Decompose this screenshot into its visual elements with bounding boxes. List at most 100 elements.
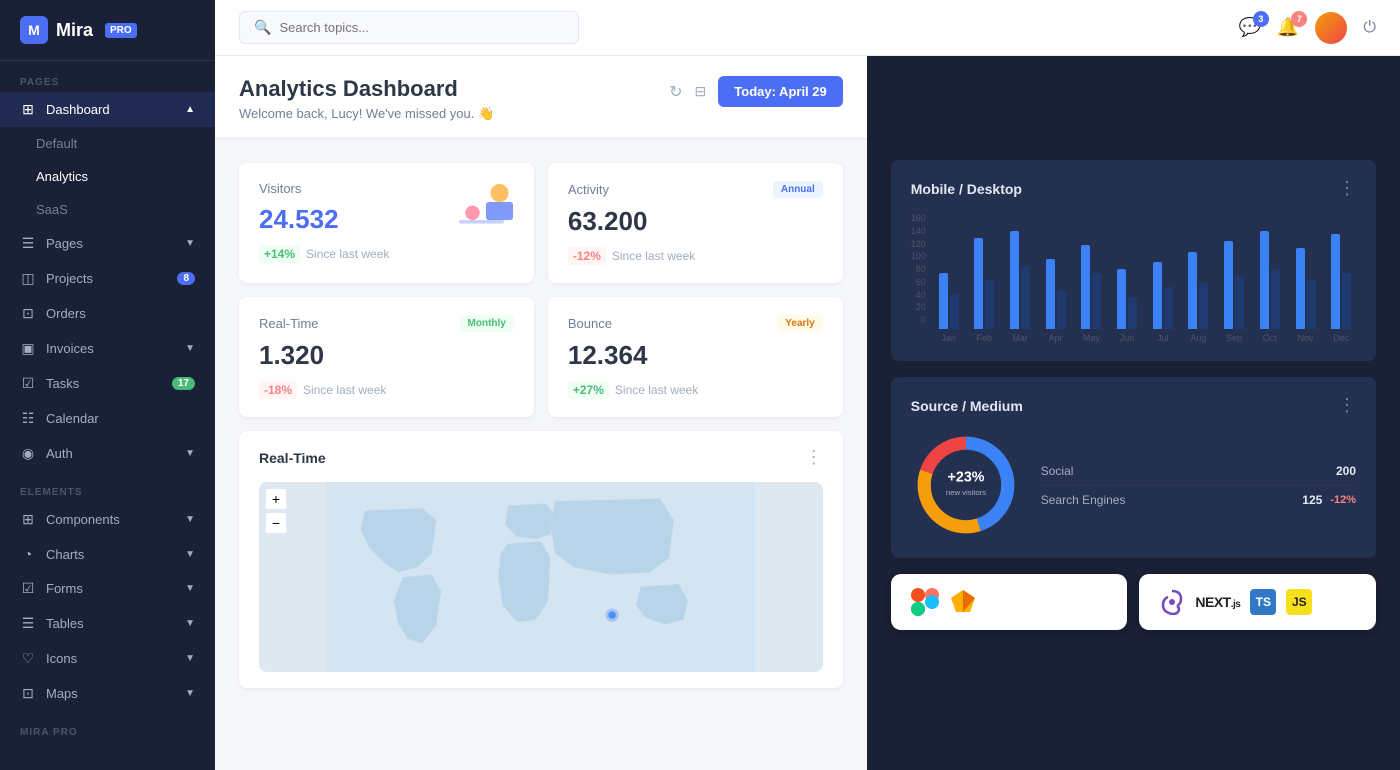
bar-label: Nov: [1297, 333, 1313, 343]
desktop-bar: [1057, 290, 1066, 329]
sidebar-item-icons[interactable]: ♡ Icons ▼: [0, 641, 215, 676]
source-item-search: Search Engines 125 -12%: [1041, 486, 1356, 514]
sidebar-item-charts[interactable]: ◔ Charts ▼: [0, 537, 215, 571]
auth-icon: ◉: [20, 445, 36, 462]
bar-label: Jul: [1157, 333, 1169, 343]
mobile-bar: [974, 238, 983, 329]
search-bar[interactable]: 🔍: [239, 11, 579, 44]
chevron-down-icon: ▼: [185, 618, 195, 629]
bar-chart-data: JanFebMarAprMayJunJulAugSepOctNovDec: [934, 213, 1356, 343]
svg-text:new visitors: new visitors: [946, 488, 986, 497]
bar-label: Jun: [1120, 333, 1135, 343]
realtime-change: -18%: [259, 381, 297, 399]
activity-value: 63.200: [568, 206, 823, 237]
mira-pro-section-label: MIRA PRO: [0, 711, 215, 742]
world-map-svg: [259, 482, 823, 672]
desktop-bar: [950, 294, 959, 329]
page-title: Analytics Dashboard: [239, 76, 494, 102]
light-content: Analytics Dashboard Welcome back, Lucy! …: [215, 56, 867, 770]
y-label: 120: [911, 239, 926, 249]
activity-change: -12%: [568, 247, 606, 265]
sidebar-item-calendar[interactable]: ☷ Calendar: [0, 401, 215, 436]
map-zoom-out-button[interactable]: −: [265, 512, 287, 534]
power-button[interactable]: ⏻: [1363, 19, 1376, 37]
desktop-bar: [1092, 273, 1101, 329]
activity-card: Activity Annual 63.200 -12% Since last w…: [548, 163, 843, 283]
visitors-card: Visitors 24.532 +14% Sinc: [239, 163, 534, 283]
desktop-bar: [985, 280, 994, 329]
sidebar-item-orders[interactable]: ⊡ Orders: [0, 296, 215, 331]
desktop-bar: [1342, 273, 1351, 329]
filter-icon[interactable]: ⊟: [695, 83, 707, 100]
desktop-bar: [1307, 280, 1316, 329]
header-actions: ↻ ⊟ Today: April 29: [669, 76, 843, 107]
y-label: 100: [911, 251, 926, 261]
bar-group: Mar: [1005, 217, 1035, 343]
y-axis: 160 140 120 100 80 60 40 20 0: [911, 213, 926, 343]
refresh-icon[interactable]: ↻: [669, 82, 682, 102]
mobile-bar: [1260, 231, 1269, 329]
realtime-card-header: Real-Time Monthly: [259, 315, 514, 332]
sidebar: M Mira PRO PAGES ⊞ Dashboard ▲ Default A…: [0, 0, 215, 770]
sidebar-item-auth[interactable]: ◉ Auth ▼: [0, 436, 215, 471]
dashboard-content: Analytics Dashboard Welcome back, Lucy! …: [215, 56, 1400, 770]
y-label: 40: [911, 290, 926, 300]
notifications-button[interactable]: 🔔 7: [1277, 17, 1299, 38]
chevron-down-icon: ▼: [185, 583, 195, 594]
sidebar-item-saas[interactable]: SaaS: [0, 193, 215, 226]
sidebar-item-dashboard[interactable]: ⊞ Dashboard ▲: [0, 92, 215, 127]
typescript-icon: TS: [1250, 589, 1276, 615]
sidebar-item-default[interactable]: Default: [0, 127, 215, 160]
bar-label: Feb: [977, 333, 993, 343]
visitors-label: Visitors: [259, 181, 301, 196]
sidebar-item-maps[interactable]: ⊡ Maps ▼: [0, 676, 215, 711]
javascript-icon: JS: [1286, 589, 1312, 615]
search-icon: 🔍: [254, 19, 271, 36]
source-search-change: -12%: [1330, 494, 1356, 506]
sidebar-item-forms[interactable]: ☑ Forms ▼: [0, 571, 215, 606]
source-social-value: 200: [1336, 464, 1356, 478]
dark-bars: JanFebMarAprMayJunJulAugSepOctNovDec: [934, 213, 1356, 343]
y-label: 140: [911, 226, 926, 236]
desktop-bar: [1128, 297, 1137, 329]
bar-label: Oct: [1263, 333, 1277, 343]
map-zoom-in-button[interactable]: +: [265, 488, 287, 510]
sketch-icon: [949, 588, 977, 616]
sidebar-item-analytics[interactable]: Analytics: [0, 160, 215, 193]
bar-label: Apr: [1049, 333, 1063, 343]
sidebar-item-projects[interactable]: ◫ Projects 8: [0, 261, 215, 296]
sidebar-sub-label: Analytics: [36, 169, 88, 184]
search-input[interactable]: [279, 20, 564, 35]
sidebar-sub-label: SaaS: [36, 202, 68, 217]
map-controls: + −: [265, 488, 287, 534]
logo-area: M Mira PRO: [0, 0, 215, 61]
messages-button[interactable]: 💬 3: [1239, 17, 1261, 38]
mobile-bar: [1331, 234, 1340, 329]
realtime-map-header: Real-Time ⋮: [259, 447, 823, 468]
mobile-bar: [1010, 231, 1019, 329]
bounce-card-header: Bounce Yearly: [568, 315, 823, 332]
chevron-down-icon: ▼: [185, 688, 195, 699]
source-list: Social 200 Search Engines 125 -12%: [1041, 457, 1356, 514]
sidebar-item-tables[interactable]: ☰ Tables ▼: [0, 606, 215, 641]
bar-group: Apr: [1041, 217, 1071, 343]
y-label: 160: [911, 213, 926, 223]
components-icon: ⊞: [20, 511, 36, 528]
bar-group: Jan: [934, 217, 964, 343]
design-tools-card: [891, 574, 1128, 630]
date-button[interactable]: Today: April 29: [718, 76, 842, 107]
sidebar-item-tasks[interactable]: ☑ Tasks 17: [0, 366, 215, 401]
chevron-down-icon: ▼: [185, 514, 195, 525]
mobile-desktop-more[interactable]: ⋮: [1338, 178, 1356, 199]
sidebar-item-components[interactable]: ⊞ Components ▼: [0, 502, 215, 537]
sidebar-item-pages[interactable]: ☰ Pages ▼: [0, 226, 215, 261]
source-medium-more[interactable]: ⋮: [1338, 395, 1356, 416]
realtime-more-button[interactable]: ⋮: [805, 447, 823, 468]
mobile-desktop-card: Mobile / Desktop ⋮ 160 140 120 100 80 60…: [891, 160, 1376, 361]
mobile-bar: [1153, 262, 1162, 329]
logo-icon: M: [20, 16, 48, 44]
source-social-name: Social: [1041, 464, 1074, 478]
chevron-down-icon: ▼: [185, 238, 195, 249]
user-avatar[interactable]: [1315, 12, 1347, 44]
sidebar-item-invoices[interactable]: ▣ Invoices ▼: [0, 331, 215, 366]
